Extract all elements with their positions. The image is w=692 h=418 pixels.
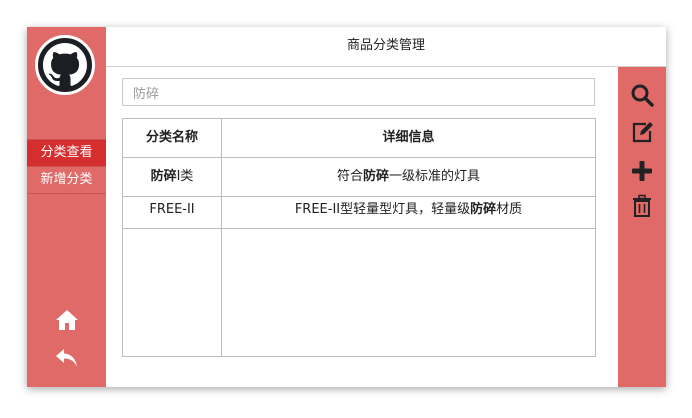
cell-text: 符合 [336, 169, 363, 184]
app-window: 分类查看 新增分类 商品分类管理 分类名称 详细信息 防碎I类 符合防碎一级标准… [27, 27, 666, 387]
table-cell-detail[interactable]: FREE-II型轻量型灯具，轻量级防碎材质 [222, 191, 595, 229]
action-toolbar [618, 67, 666, 387]
page-title: 商品分类管理 [106, 27, 666, 67]
search-icon[interactable] [630, 83, 654, 107]
cell-text: 材质 [496, 202, 523, 217]
sidebar-item-add-category[interactable]: 新增分类 [27, 167, 106, 193]
column-header-detail: 详细信息 [382, 130, 435, 145]
sidebar: 分类查看 新增分类 [27, 27, 106, 387]
github-octocat-icon [43, 43, 87, 86]
home-icon[interactable] [55, 309, 79, 331]
back-arrow-icon[interactable] [55, 347, 79, 369]
sidebar-divider [27, 193, 106, 194]
search-input[interactable] [122, 78, 595, 106]
github-avatar[interactable] [35, 35, 95, 95]
sidebar-item-view-categories[interactable]: 分类查看 [27, 140, 106, 166]
cell-text: 一级标准的灯具 [389, 169, 481, 184]
table-cell-name[interactable]: FREE-II [123, 191, 221, 229]
category-table: 分类名称 详细信息 防碎I类 符合防碎一级标准的灯具 FREE-II FREE-… [122, 118, 596, 357]
cell-text: FREE-II型轻量型灯具，轻量级 [294, 202, 471, 217]
column-header-name: 分类名称 [145, 130, 198, 145]
search-highlight: 防碎 [470, 202, 497, 217]
search-highlight: 防碎 [362, 169, 389, 184]
delete-icon[interactable] [630, 194, 654, 218]
add-icon[interactable] [630, 159, 654, 183]
cell-text: I类 [176, 169, 194, 184]
edit-icon[interactable] [630, 120, 654, 144]
cell-text: FREE-II [149, 202, 195, 217]
search-highlight: 防碎 [150, 169, 177, 184]
